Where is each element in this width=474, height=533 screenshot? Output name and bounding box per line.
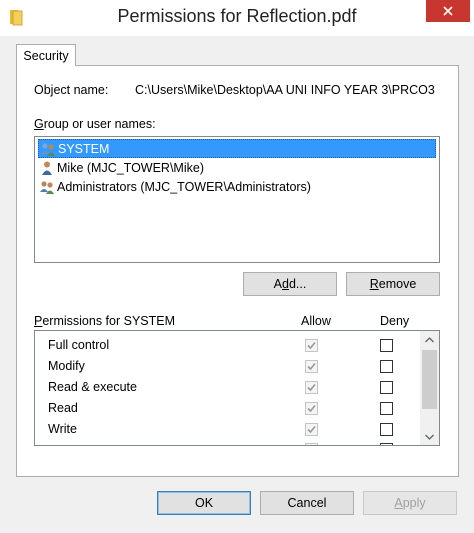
user-icon bbox=[42, 161, 52, 175]
object-name-label: Object name: bbox=[34, 83, 109, 97]
vertical-scrollbar[interactable] bbox=[420, 331, 439, 445]
allow-checkbox[interactable] bbox=[305, 423, 318, 436]
group-list-label: Group or user names: bbox=[34, 117, 156, 131]
checkmark-icon bbox=[307, 383, 316, 392]
window-title: Permissions for Reflection.pdf bbox=[117, 6, 357, 26]
deny-column-header: Deny bbox=[380, 314, 410, 328]
scroll-up-button[interactable] bbox=[420, 331, 439, 348]
checkmark-icon bbox=[307, 404, 316, 413]
allow-checkbox[interactable] bbox=[305, 381, 318, 394]
scroll-down-button[interactable] bbox=[420, 428, 439, 445]
list-item[interactable]: Mike (MJC_TOWER\Mike) bbox=[38, 158, 436, 177]
deny-checkbox[interactable] bbox=[380, 402, 393, 415]
group-user-list[interactable]: SYSTEM Mike (MJC_TOWER\Mike) Administrat… bbox=[34, 136, 440, 263]
allow-column-header: Allow bbox=[301, 314, 331, 328]
title-bar[interactable]: Permissions for Reflection.pdf bbox=[0, 0, 474, 36]
permissions-dialog: Permissions for Reflection.pdf Security … bbox=[0, 0, 474, 533]
group-users-icon bbox=[40, 180, 54, 194]
object-name-value: C:\Users\Mike\Desktop\AA UNI INFO YEAR 3… bbox=[135, 83, 435, 97]
permission-name: Modify bbox=[48, 359, 85, 373]
permission-row-read-execute: Read & execute bbox=[35, 377, 421, 398]
security-panel: Object name: C:\Users\Mike\Desktop\AA UN… bbox=[16, 65, 459, 477]
allow-checkbox[interactable] bbox=[305, 402, 318, 415]
permission-row-full-control: Full control bbox=[35, 335, 421, 356]
allow-checkbox[interactable] bbox=[305, 443, 318, 445]
allow-checkbox[interactable] bbox=[305, 339, 318, 352]
apply-button[interactable]: Apply bbox=[363, 491, 457, 515]
deny-checkbox[interactable] bbox=[380, 360, 393, 373]
list-item[interactable]: SYSTEM bbox=[38, 139, 436, 158]
checkmark-icon bbox=[307, 341, 316, 350]
checkmark-icon bbox=[307, 425, 316, 434]
deny-checkbox[interactable] bbox=[380, 339, 393, 352]
list-item-label: SYSTEM bbox=[58, 141, 110, 156]
permissions-list[interactable]: Full control Modify Read & execute Read bbox=[34, 330, 440, 446]
permission-row-write: Write bbox=[35, 419, 421, 440]
tab-security[interactable]: Security bbox=[16, 44, 76, 66]
close-button[interactable] bbox=[426, 0, 470, 22]
permissions-label: Permissions for SYSTEM bbox=[34, 314, 176, 328]
permission-row-modify: Modify bbox=[35, 356, 421, 377]
deny-checkbox[interactable] bbox=[380, 443, 393, 445]
permission-row-partial bbox=[35, 440, 421, 445]
permission-name: Read bbox=[48, 401, 78, 415]
tab-strip: Security bbox=[0, 36, 474, 66]
close-icon bbox=[443, 6, 453, 16]
group-users-icon bbox=[41, 142, 55, 156]
deny-checkbox[interactable] bbox=[380, 381, 393, 394]
ok-button[interactable]: OK bbox=[157, 491, 251, 515]
add-button[interactable]: Ad d... bbox=[243, 272, 337, 296]
list-item[interactable]: Administrators (MJC_TOWER\Administrators… bbox=[38, 177, 436, 196]
list-item-label: Mike (MJC_TOWER\Mike) bbox=[57, 160, 204, 175]
checkmark-icon bbox=[307, 362, 316, 371]
permission-name: Full control bbox=[48, 338, 110, 352]
remove-button[interactable]: Remove bbox=[346, 272, 440, 296]
chevron-down-icon bbox=[425, 434, 434, 440]
chevron-up-icon bbox=[425, 336, 434, 342]
scrollbar-thumb[interactable] bbox=[422, 350, 437, 409]
permission-row-read: Read bbox=[35, 398, 421, 419]
deny-checkbox[interactable] bbox=[380, 423, 393, 436]
allow-checkbox[interactable] bbox=[305, 360, 318, 373]
cancel-button[interactable]: Cancel bbox=[260, 491, 354, 515]
permission-name: Write bbox=[48, 422, 77, 436]
list-item-label: Administrators (MJC_TOWER\Administrators… bbox=[57, 179, 311, 194]
permission-name: Read & execute bbox=[48, 380, 137, 394]
